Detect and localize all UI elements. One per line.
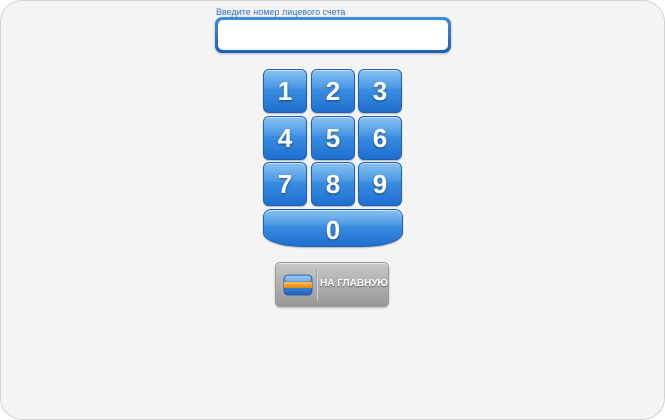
- home-button-divider: [316, 269, 318, 300]
- key-3-label: 3: [372, 76, 388, 106]
- account-field-frame: [215, 17, 451, 53]
- key-7-label: 7: [277, 169, 293, 199]
- key-3-button[interactable]: 3: [358, 69, 402, 113]
- key-2-button[interactable]: 2: [311, 69, 355, 113]
- key-1-button[interactable]: 1: [263, 69, 307, 113]
- key-8-label: 8: [325, 169, 341, 199]
- key-6-button[interactable]: 6: [358, 116, 402, 160]
- home-button-label: НА ГЛАВНУЮ: [320, 278, 388, 289]
- home-icon: [283, 274, 313, 296]
- home-button[interactable]: НА ГЛАВНУЮ: [275, 262, 389, 307]
- key-5-button[interactable]: 5: [311, 116, 355, 160]
- key-4-label: 4: [277, 123, 293, 153]
- account-number-input[interactable]: [218, 20, 448, 50]
- numeric-keypad: 1 2 3 4 5 6 7 8 9 0: [263, 69, 404, 247]
- key-0-button[interactable]: 0: [263, 209, 403, 247]
- key-5-label: 5: [325, 123, 341, 153]
- key-2-label: 2: [325, 76, 341, 106]
- key-9-button[interactable]: 9: [358, 162, 402, 206]
- kiosk-screen: Введите номер лицевого счета 1 2 3 4 5 6…: [0, 0, 665, 420]
- account-field-label: Введите номер лицевого счета: [216, 7, 346, 17]
- key-1-label: 1: [277, 76, 293, 106]
- key-9-label: 9: [372, 169, 388, 199]
- key-0-label: 0: [325, 215, 341, 245]
- key-4-button[interactable]: 4: [263, 116, 307, 160]
- key-8-button[interactable]: 8: [311, 162, 355, 206]
- key-6-label: 6: [372, 123, 388, 153]
- key-7-button[interactable]: 7: [263, 162, 307, 206]
